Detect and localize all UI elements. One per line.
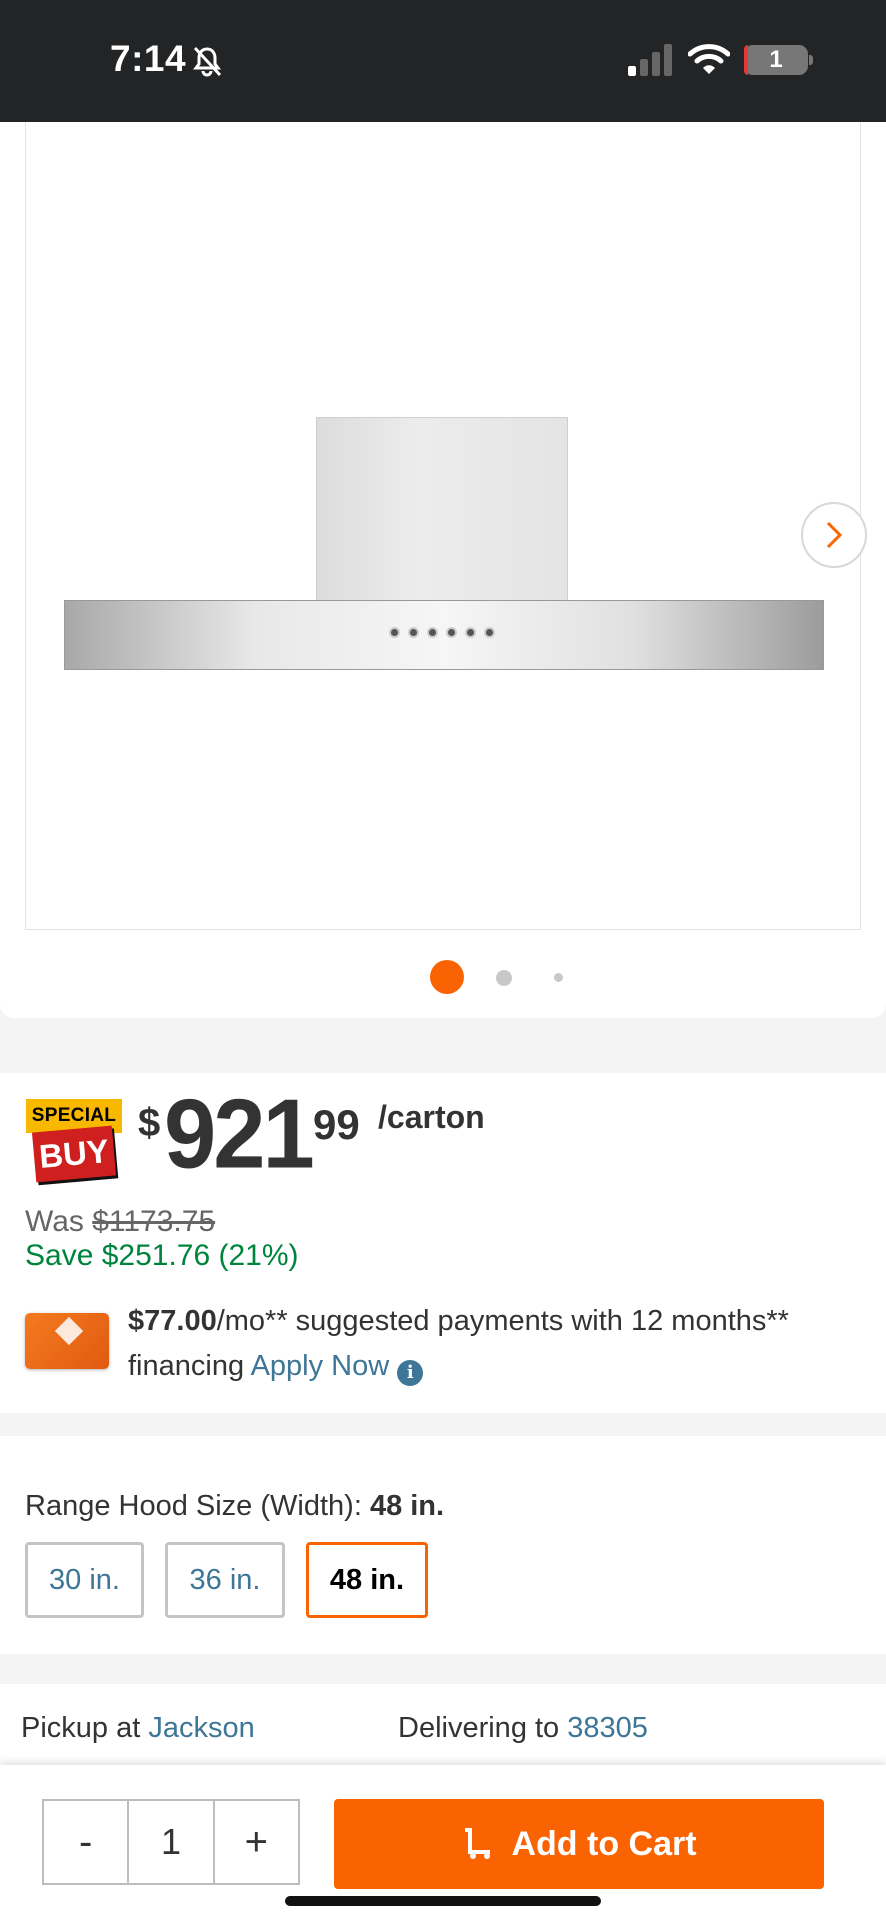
size-option-30[interactable]: 30 in. bbox=[25, 1542, 144, 1618]
financing-amount: $77.00 bbox=[128, 1305, 217, 1337]
delivery-label: Delivering to bbox=[398, 1712, 560, 1744]
size-option-36[interactable]: 36 in. bbox=[165, 1542, 285, 1618]
increase-quantity-button[interactable]: + bbox=[215, 1801, 298, 1883]
price-cents: 99 bbox=[313, 1101, 360, 1148]
delivery-zip-link[interactable]: 38305 bbox=[567, 1712, 648, 1744]
badge-buy-text: BUY bbox=[31, 1125, 117, 1183]
quantity-stepper: - 1 + bbox=[42, 1799, 300, 1885]
hood-control-knob bbox=[389, 626, 400, 638]
apply-now-link[interactable]: Apply Now bbox=[251, 1350, 390, 1382]
gallery-pagination bbox=[0, 960, 886, 996]
decrease-quantity-button[interactable]: - bbox=[44, 1801, 127, 1883]
was-label: Was bbox=[25, 1205, 84, 1238]
size-label-text: Range Hood Size (Width): bbox=[25, 1490, 362, 1522]
cart-dolly-icon bbox=[465, 1828, 491, 1859]
savings-text: Save $251.76 (21%) bbox=[25, 1239, 299, 1272]
pickup-label: Pickup at bbox=[21, 1712, 141, 1744]
product-image[interactable] bbox=[25, 122, 867, 930]
info-icon[interactable]: i bbox=[397, 1360, 424, 1386]
cellular-signal-icon bbox=[628, 44, 672, 76]
home-indicator[interactable] bbox=[285, 1896, 601, 1906]
pagination-dot[interactable] bbox=[554, 973, 563, 982]
size-selected-value: 48 in. bbox=[369, 1490, 445, 1522]
home-depot-logo-icon bbox=[54, 1316, 84, 1346]
pagination-dot-active[interactable] bbox=[430, 960, 464, 994]
pickup-store-link[interactable]: Jackson bbox=[148, 1712, 254, 1744]
special-buy-badge: SPECIAL BUY bbox=[26, 1099, 122, 1183]
size-label: Range Hood Size (Width): 48 in. bbox=[25, 1490, 444, 1523]
credit-card-icon bbox=[25, 1313, 109, 1369]
price-unit: /carton bbox=[378, 1099, 485, 1135]
bell-muted-icon bbox=[193, 46, 222, 77]
price-currency: $ bbox=[138, 1101, 161, 1145]
battery-indicator: 1 bbox=[744, 45, 808, 75]
size-option-48[interactable]: 48 in. bbox=[306, 1542, 428, 1618]
chevron-right-icon bbox=[826, 521, 843, 549]
was-price-line: Was $1173.75 bbox=[25, 1205, 215, 1239]
pickup-info: Pickup at Jackson bbox=[21, 1712, 255, 1745]
battery-tip bbox=[809, 55, 813, 65]
quantity-input[interactable]: 1 bbox=[127, 1801, 215, 1883]
price-section: SPECIAL BUY $ 921 99 /carton Was $1173.7… bbox=[0, 1073, 886, 1413]
price-dollars: 921 bbox=[164, 1078, 315, 1189]
hood-control-knob bbox=[465, 626, 476, 638]
range-hood-controls bbox=[389, 621, 509, 643]
financing-text: /mo** suggested payments with 12 months*… bbox=[128, 1305, 789, 1382]
hood-control-knob bbox=[446, 626, 457, 638]
add-to-cart-label: Add to Cart bbox=[511, 1824, 697, 1863]
next-image-button[interactable] bbox=[801, 502, 867, 568]
add-to-cart-button[interactable]: Add to Cart bbox=[334, 1799, 824, 1889]
status-time: 7:14 bbox=[110, 38, 187, 79]
range-hood-chimney bbox=[316, 417, 568, 602]
was-price: $1173.75 bbox=[92, 1205, 216, 1238]
product-gallery bbox=[0, 122, 886, 1018]
wifi-icon bbox=[688, 44, 730, 74]
status-bar: 7:14 1 bbox=[0, 0, 886, 122]
size-selector: Range Hood Size (Width): 48 in. 30 in. 3… bbox=[0, 1436, 886, 1654]
hood-control-knob bbox=[484, 626, 495, 638]
range-hood-body bbox=[64, 600, 824, 670]
pagination-dot[interactable] bbox=[496, 970, 512, 986]
hood-control-knob bbox=[427, 626, 438, 638]
financing-offer: $77.00/mo** suggested payments with 12 m… bbox=[128, 1299, 858, 1389]
delivery-info: Delivering to 38305 bbox=[398, 1712, 648, 1745]
hood-control-knob bbox=[408, 626, 419, 638]
